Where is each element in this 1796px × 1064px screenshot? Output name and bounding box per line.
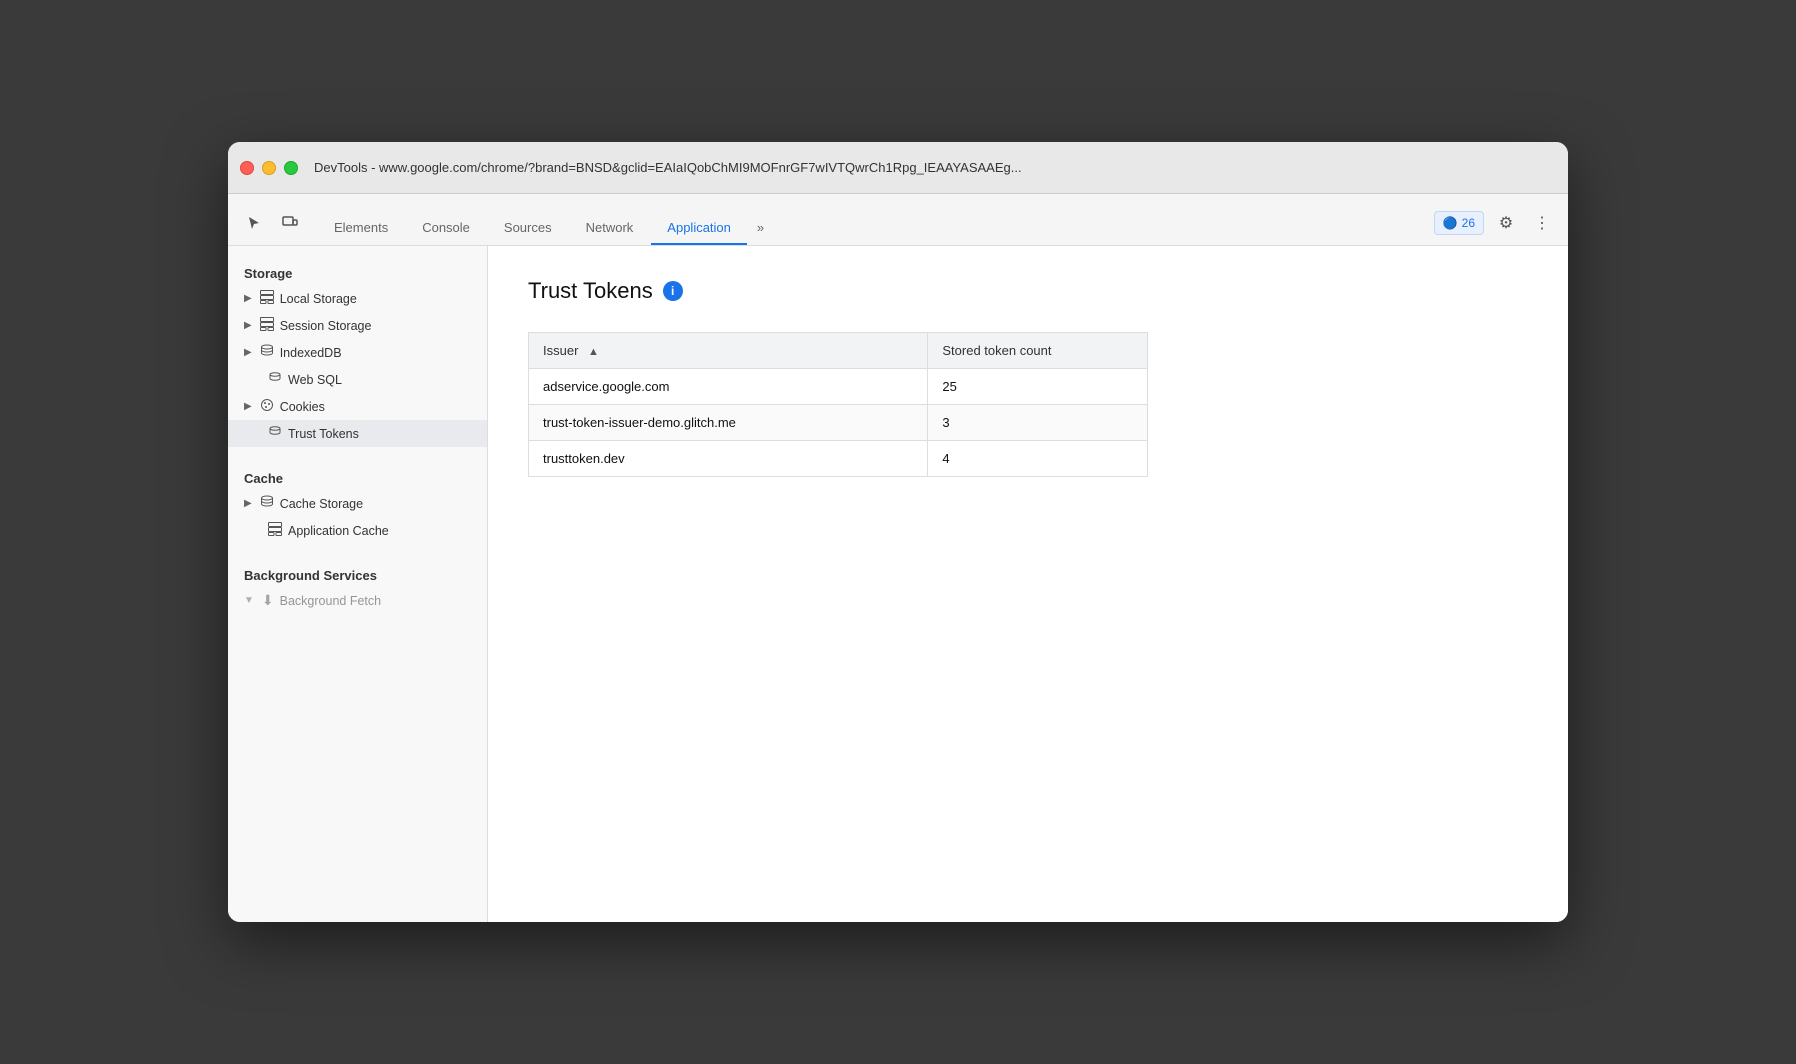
arrow-icon: ▶ (244, 347, 252, 358)
maximize-button[interactable] (284, 161, 298, 175)
tab-elements[interactable]: Elements (318, 212, 404, 245)
table-row[interactable]: trust-token-issuer-demo.glitch.me3 (529, 405, 1148, 441)
cursor-tool-icon[interactable] (240, 209, 268, 237)
cell-count: 4 (928, 441, 1148, 477)
arrow-icon: ▶ (244, 498, 252, 509)
more-options-button[interactable]: ⋮ (1528, 209, 1556, 237)
window-title: DevTools - www.google.com/chrome/?brand=… (314, 160, 1556, 175)
cell-issuer: trust-token-issuer-demo.glitch.me (529, 405, 928, 441)
close-button[interactable] (240, 161, 254, 175)
sidebar: Storage ▶ Local Storage ▶ (228, 246, 488, 922)
cell-count: 25 (928, 369, 1148, 405)
indexeddb-icon (260, 344, 274, 361)
indexeddb-label: IndexedDB (280, 346, 342, 360)
bg-services-section-title: Background Services (228, 560, 487, 587)
main-content: Storage ▶ Local Storage ▶ (228, 246, 1568, 922)
app-cache-icon (268, 522, 282, 539)
arrow-icon: ▶ (244, 293, 252, 304)
tab-console[interactable]: Console (406, 212, 486, 245)
bg-fetch-label: Background Fetch (280, 594, 381, 608)
minimize-button[interactable] (262, 161, 276, 175)
arrow-icon: ▼ (244, 595, 254, 606)
device-toggle-icon[interactable] (276, 209, 304, 237)
devtools-window: DevTools - www.google.com/chrome/?brand=… (228, 142, 1568, 922)
cache-storage-label: Cache Storage (280, 497, 363, 511)
traffic-lights (240, 161, 298, 175)
sort-arrow-icon: ▲ (588, 346, 599, 358)
storage-section-title: Storage (228, 258, 487, 285)
session-storage-label: Session Storage (280, 319, 372, 333)
tab-more-button[interactable]: » (749, 212, 772, 245)
sidebar-item-cache-storage[interactable]: ▶ Cache Storage (228, 490, 487, 517)
tab-application[interactable]: Application (651, 212, 747, 245)
trust-tokens-icon (268, 425, 282, 442)
tab-bar: Elements Console Sources Network Applica… (228, 194, 1568, 246)
sidebar-item-background-fetch[interactable]: ▼ ⬇ Background Fetch (228, 587, 487, 614)
trust-tokens-label: Trust Tokens (288, 427, 359, 441)
sidebar-item-indexeddb[interactable]: ▶ IndexedDB (228, 339, 487, 366)
arrow-icon: ▶ (244, 320, 252, 331)
web-sql-label: Web SQL (288, 373, 342, 387)
breakpoints-badge[interactable]: 🔵 26 (1434, 211, 1484, 235)
sidebar-item-local-storage[interactable]: ▶ Local Storage (228, 285, 487, 312)
settings-button[interactable]: ⚙ (1492, 209, 1520, 237)
col-header-issuer[interactable]: Issuer ▲ (529, 333, 928, 369)
trust-tokens-table: Issuer ▲ Stored token count adservice.go… (528, 332, 1148, 477)
cookies-icon (260, 398, 274, 415)
cell-count: 3 (928, 405, 1148, 441)
cell-issuer: adservice.google.com (529, 369, 928, 405)
sidebar-item-web-sql[interactable]: Web SQL (228, 366, 487, 393)
cell-issuer: trusttoken.dev (529, 441, 928, 477)
content-panel: Trust Tokens i Issuer ▲ Stored token cou… (488, 246, 1568, 922)
cookies-label: Cookies (280, 400, 325, 414)
tab-network[interactable]: Network (570, 212, 650, 245)
table-row[interactable]: trusttoken.dev4 (529, 441, 1148, 477)
session-storage-icon (260, 317, 274, 334)
app-cache-label: Application Cache (288, 524, 389, 538)
page-title-row: Trust Tokens i (528, 278, 1528, 304)
table-row[interactable]: adservice.google.com25 (529, 369, 1148, 405)
devtools-tools (240, 209, 304, 245)
arrow-icon: ▶ (244, 401, 252, 412)
sidebar-item-cookies[interactable]: ▶ Cookies (228, 393, 487, 420)
tab-bar-right: 🔵 26 ⚙ ⋮ (1434, 209, 1556, 245)
tab-sources[interactable]: Sources (488, 212, 568, 245)
sidebar-item-application-cache[interactable]: Application Cache (228, 517, 487, 544)
title-bar: DevTools - www.google.com/chrome/?brand=… (228, 142, 1568, 194)
info-icon[interactable]: i (663, 281, 683, 301)
local-storage-icon (260, 290, 274, 307)
bg-services-divider (228, 544, 487, 560)
web-sql-icon (268, 371, 282, 388)
cache-storage-icon (260, 495, 274, 512)
cache-section-title: Cache (228, 463, 487, 490)
local-storage-label: Local Storage (280, 292, 357, 306)
badge-count: 26 (1462, 216, 1475, 230)
sidebar-item-trust-tokens[interactable]: Trust Tokens (228, 420, 487, 447)
cache-divider (228, 447, 487, 463)
breakpoint-icon: 🔵 (1443, 216, 1458, 230)
bg-fetch-icon: ⬇ (262, 592, 274, 609)
page-title: Trust Tokens (528, 278, 653, 304)
sidebar-item-session-storage[interactable]: ▶ Session Storage (228, 312, 487, 339)
col-header-count[interactable]: Stored token count (928, 333, 1148, 369)
